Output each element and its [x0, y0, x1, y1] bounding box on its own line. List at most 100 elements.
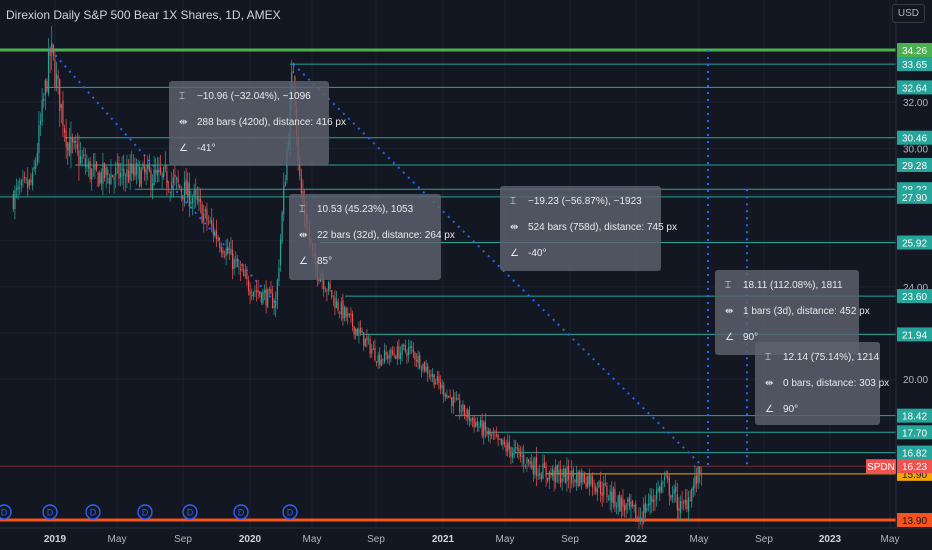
candle-body-366	[598, 480, 600, 488]
candle-body-85	[148, 162, 150, 172]
measurement-angle: ∠ 90°	[765, 404, 798, 415]
candle-body-10	[28, 179, 30, 186]
candle-body-288	[473, 418, 475, 428]
dividend-label-6: D	[287, 508, 294, 518]
candle-body-82	[143, 166, 146, 173]
candle-body-341	[558, 469, 560, 474]
candle-body-46	[86, 165, 88, 167]
candle-body-114	[195, 188, 197, 195]
candle-body-106	[182, 195, 184, 200]
candle-body-249	[411, 346, 413, 349]
candle-body-423	[689, 500, 691, 502]
candle-body-49	[91, 169, 93, 180]
candle-body-147	[247, 280, 250, 292]
candle-body-400	[652, 499, 654, 503]
level-label-9: 21.94	[902, 330, 927, 341]
candle-body-375	[612, 487, 614, 504]
candle-body-168	[281, 212, 283, 242]
time-tick-13: May	[881, 534, 900, 545]
candle-body-60	[108, 177, 110, 184]
candle-body-300	[492, 433, 494, 435]
candle-body-8	[25, 179, 27, 180]
candle-body-28	[57, 76, 59, 79]
candle-body-169	[283, 186, 285, 214]
candle-body-365	[596, 488, 598, 494]
candle-body-197	[327, 282, 330, 291]
time-tick-9: 2022	[625, 534, 648, 545]
currency-button[interactable]: USD	[891, 4, 925, 23]
candle-body-374	[611, 492, 613, 503]
candle-body-243	[401, 344, 403, 355]
candle-body-327	[535, 457, 538, 476]
candle-body-202	[335, 300, 338, 308]
measurement-box-2[interactable]: ⌶ −19.23 (−56.87%), −1923 ⇹ 524 bars (758d)…	[500, 186, 677, 271]
angle-icon: ∠	[765, 404, 774, 415]
candle-body-64	[115, 167, 117, 176]
measurement-box-4[interactable]: ⌶ 12.14 (75.14%), 1214 ⇹ 0 bars, distance: …	[755, 342, 889, 425]
candle-body-137	[231, 249, 234, 270]
measurement-price-text: −19.23 (−56.87%), −1923	[528, 196, 642, 207]
candle-body-37	[71, 137, 74, 143]
candle-body-377	[615, 506, 618, 508]
candle-body-261	[430, 374, 432, 377]
candle-body-344	[563, 468, 565, 477]
dividend-label-2: D	[90, 508, 97, 518]
candle-body-5	[20, 180, 22, 186]
time-tick-7: May	[496, 534, 515, 545]
candle-body-430	[700, 474, 702, 476]
candle-body-399	[651, 496, 653, 502]
candle-body-130	[220, 247, 222, 252]
candle-body-23	[49, 48, 51, 56]
candle-body-56	[102, 162, 104, 184]
candle-body-216	[358, 328, 360, 336]
bar-range-icon: ⇹	[179, 117, 188, 128]
measurement-price: ⌶ −19.23 (−56.87%), −1923	[510, 196, 642, 207]
candle-body-2	[15, 188, 18, 190]
candle-body-72	[127, 170, 130, 182]
candle-body-422	[687, 497, 690, 512]
candle-body-304	[499, 438, 501, 440]
candle-body-91	[158, 169, 160, 171]
measurement-price: ⌶ −10.96 (−32.04%), −1096	[179, 91, 311, 102]
candle-body-351	[574, 479, 576, 483]
candle-body-409	[667, 475, 669, 480]
measurement-angle: ∠ 85°	[299, 256, 332, 267]
candle-body-387	[631, 500, 634, 506]
candle-body-221	[366, 336, 368, 341]
candle-body-274	[451, 397, 453, 407]
candle-body-108	[185, 179, 187, 195]
level-label-4: 29.28	[902, 161, 927, 172]
candle-body-352	[575, 473, 578, 484]
measurement-box-0[interactable]: ⌶ −10.96 (−32.04%), −1096 ⇹ 288 bars (420d)…	[169, 81, 346, 165]
candle-body-199	[331, 290, 333, 298]
candle-body-382	[623, 505, 626, 512]
candle-body-398	[649, 494, 651, 506]
candle-body-161	[270, 289, 272, 294]
measurement-box-1[interactable]: ⌶ 10.53 (45.23%), 1053 ⇹ 22 bars (32d), dis…	[289, 194, 455, 280]
candle-body-425	[692, 485, 694, 491]
candle-body-29	[59, 78, 61, 112]
candle-body-293	[481, 420, 483, 436]
candle-body-149	[251, 295, 253, 296]
candle-body-385	[628, 496, 630, 507]
time-tick-0: 2019	[44, 534, 67, 545]
candle-body-263	[433, 374, 435, 386]
candle-body-235	[388, 356, 390, 358]
candle-body-210	[348, 313, 350, 315]
time-tick-6: 2021	[432, 534, 455, 545]
candle-body-415	[676, 494, 678, 511]
candle-body-152	[255, 290, 258, 292]
candle-body-247	[407, 347, 410, 355]
candle-body-417	[679, 501, 682, 513]
candle-body-14	[35, 162, 37, 169]
measurement-price: ⌶ 18.11 (112.08%), 1811	[725, 280, 843, 291]
candle-body-55	[100, 171, 102, 184]
candle-body-113	[193, 190, 195, 198]
candle-body-307	[503, 441, 506, 445]
candle-body-75	[132, 164, 134, 175]
candle-body-244	[403, 344, 405, 346]
candle-body-12	[31, 172, 34, 186]
measurement-angle-text: 90°	[783, 404, 799, 415]
time-tick-1: May	[108, 534, 127, 545]
candle-body-160	[268, 289, 270, 291]
